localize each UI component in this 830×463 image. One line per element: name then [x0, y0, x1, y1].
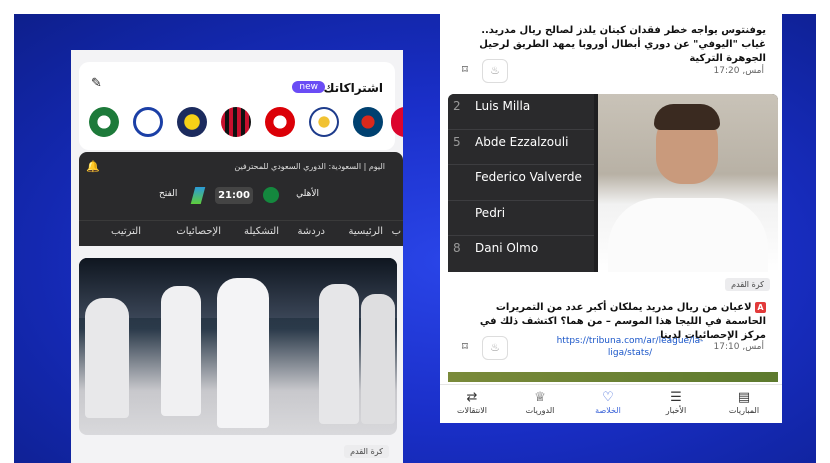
player-figure — [161, 286, 201, 416]
player-figure — [217, 278, 269, 428]
nav-label: الانتقالات — [456, 406, 487, 415]
tab-chat[interactable]: دردشة — [298, 226, 325, 237]
tab-lineup[interactable]: التشكيلة — [244, 226, 279, 237]
nav-transfers[interactable]: ⇄ الانتقالات — [442, 389, 502, 415]
team-crest-green-icon[interactable] — [89, 107, 119, 137]
match-row: الأهلي الفتح 21:00 — [159, 185, 319, 207]
match-time: 21:00 — [215, 187, 253, 204]
team-crest-nassr-icon[interactable] — [177, 107, 207, 137]
match-card[interactable]: 🔔 اليوم | السعودية: الدوري السعودي للمحت… — [79, 152, 403, 246]
home-team: الأهلي — [296, 189, 319, 199]
category-tag: كرة القدم — [725, 278, 770, 291]
bookmark-icon[interactable]: ⌑ — [452, 59, 478, 83]
player-name: Luis Milla — [475, 99, 531, 113]
nav-matches[interactable]: ▤ المباريات — [714, 389, 774, 415]
tab-partial[interactable]: ب — [392, 226, 401, 237]
new-badge: new — [292, 81, 325, 93]
tab-home[interactable]: الرئيسية — [349, 226, 383, 237]
bell-icon[interactable]: 🔔 — [86, 160, 100, 173]
player-number: 8 — [453, 241, 461, 256]
team-crest-milan-icon[interactable] — [221, 107, 251, 137]
blue-backdrop: اشتراكاتك new ✎ 🔔 اليوم | السعودية: الدو… — [14, 14, 816, 463]
team-crest-bayern-icon[interactable] — [391, 107, 403, 137]
fire-reaction-icon[interactable]: ♨ — [482, 59, 508, 83]
bottom-navigation: ▤ المباريات ☰ الأخبار ♡ الخلاصة ♕ الدوري… — [440, 384, 782, 423]
nav-label: الأخبار — [665, 406, 687, 415]
stats-link[interactable]: https://tribuna.com/ar/league/la-liga/st… — [550, 335, 710, 359]
lineup-card[interactable]: 2 Luis Milla 5 Abde Ezzalzouli Federico … — [448, 94, 778, 272]
list-icon: ☰ — [670, 390, 682, 405]
news-time-top: أمس, 17:20 — [713, 66, 764, 76]
subscriptions-title: اشتراكاتك — [323, 81, 383, 95]
player-portrait-photo — [598, 94, 778, 272]
list-item: 2 Luis Milla — [448, 94, 594, 130]
away-team: الفتح — [159, 189, 178, 199]
list-item: 8 Dani Olmo — [448, 236, 594, 272]
nav-summary[interactable]: ♡ الخلاصة — [578, 389, 638, 415]
player-figure — [85, 298, 129, 418]
tab-standings[interactable]: الترتيب — [111, 226, 141, 237]
list-item: Pedri — [448, 201, 594, 237]
news-time-mid: أمس, 17:10 — [713, 342, 764, 352]
nav-label: المباريات — [728, 406, 760, 415]
nav-label: الخلاصة — [595, 406, 621, 415]
match-tabs: الرئيسية دردشة التشكيلة الإحصائيات الترت… — [79, 220, 403, 246]
player-hair — [654, 104, 720, 130]
fire-reaction-icon[interactable]: ♨ — [482, 336, 508, 360]
heart-icon: ♡ — [602, 390, 614, 405]
lineup-list: 2 Luis Milla 5 Abde Ezzalzouli Federico … — [448, 94, 594, 272]
team-crest-real-madrid-icon[interactable] — [309, 107, 339, 137]
team-celebration-photo[interactable] — [79, 258, 397, 435]
player-figure — [319, 284, 359, 424]
left-phone-screen: اشتراكاتك new ✎ 🔔 اليوم | السعودية: الدو… — [71, 50, 403, 463]
player-name: Federico Valverde — [475, 170, 582, 185]
transfer-icon: ⇄ — [466, 390, 478, 405]
nav-leagues[interactable]: ♕ الدوريات — [510, 389, 570, 415]
nav-news[interactable]: ☰ الأخبار — [646, 389, 706, 415]
category-tag: كرة القدم — [344, 445, 389, 458]
fateh-crest-icon — [190, 187, 206, 204]
calendar-icon: ▤ — [737, 390, 751, 405]
player-number: 5 — [453, 134, 461, 149]
trophy-icon: ♕ — [534, 390, 546, 405]
red-square-icon: A — [755, 301, 766, 313]
subscriptions-card: اشتراكاتك new ✎ — [79, 62, 403, 150]
next-card-preview — [448, 372, 778, 382]
right-phone-screen: يوفنتوس يواجه خطر فقدان كينان يلدز لصالح… — [440, 14, 782, 423]
list-item: 5 Abde Ezzalzouli — [448, 130, 594, 166]
edit-pencil-icon[interactable]: ✎ — [91, 76, 102, 91]
player-name: Abde Ezzalzouli — [475, 134, 569, 149]
ahli-crest-icon — [263, 187, 279, 203]
player-figure — [361, 294, 395, 424]
team-crest-hilal-icon[interactable] — [133, 107, 163, 137]
player-number: 2 — [453, 99, 461, 113]
team-crest-psg-icon[interactable] — [353, 107, 383, 137]
player-jersey — [608, 198, 768, 272]
team-crest-arsenal-icon[interactable] — [265, 107, 295, 137]
player-name: Pedri — [475, 205, 506, 220]
team-crests-row — [87, 107, 403, 143]
match-header: اليوم | السعودية: الدوري السعودي للمحترف… — [234, 162, 385, 171]
bookmark-icon[interactable]: ⌑ — [452, 336, 478, 360]
list-item: Federico Valverde — [448, 165, 594, 201]
tab-stats[interactable]: الإحصائيات — [176, 226, 221, 237]
player-name: Dani Olmo — [475, 241, 539, 256]
nav-label: الدوريات — [525, 406, 555, 415]
